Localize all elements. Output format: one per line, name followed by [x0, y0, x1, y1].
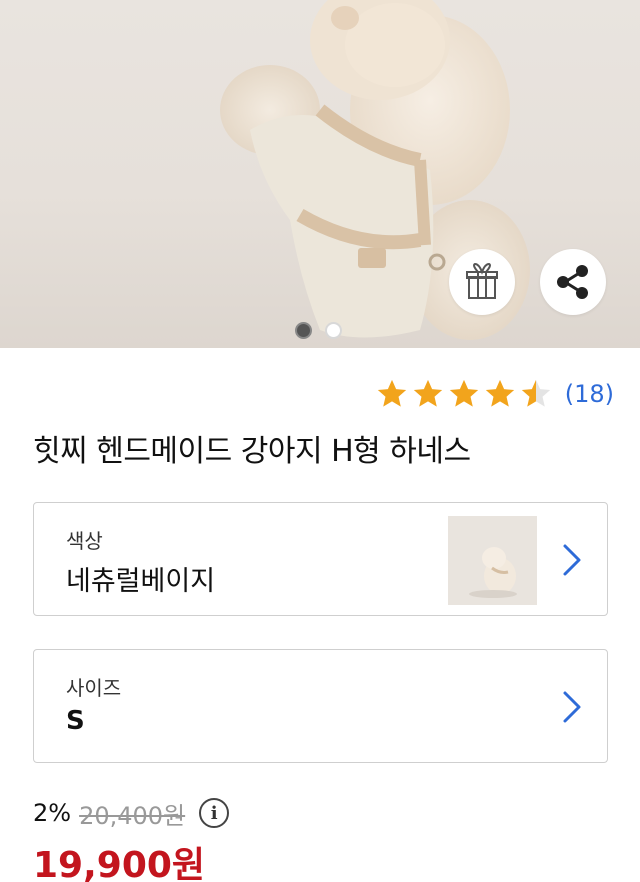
carousel-dot-2[interactable] [325, 322, 342, 339]
star-half-icon [521, 379, 550, 407]
size-option-selector[interactable]: 사이즈 S [33, 649, 608, 763]
gift-button[interactable] [449, 249, 515, 315]
star-full-icon [413, 379, 442, 407]
final-price: 19,900원 [33, 845, 206, 882]
original-price: 20,400원 [79, 801, 186, 830]
chevron-right-icon [563, 544, 581, 576]
star-full-icon [449, 379, 478, 407]
discount-rate: 2% [33, 799, 72, 827]
color-option-thumbnail [448, 516, 537, 605]
share-button[interactable] [540, 249, 606, 315]
size-option-label: 사이즈 [66, 676, 122, 700]
gift-icon [466, 262, 498, 299]
color-option-selector[interactable]: 색상 네츄럴베이지 [33, 502, 608, 616]
share-icon [557, 265, 588, 299]
carousel-dot-1[interactable] [295, 322, 312, 339]
product-page: (18) 힛찌 헨드메이드 강아지 H형 하네스 색상 네츄럴베이지 사이즈 S [0, 0, 640, 882]
size-option-value: S [66, 706, 85, 736]
review-count-link[interactable]: (18) [565, 380, 614, 408]
color-option-value: 네츄럴베이지 [66, 566, 216, 597]
product-title: 힛찌 헨드메이드 강아지 H형 하네스 [33, 434, 471, 469]
star-full-icon [377, 379, 406, 407]
rating-summary[interactable]: (18) [375, 374, 614, 414]
price-discount-row: 2% 20,400원 i [33, 796, 230, 830]
product-image-carousel[interactable] [0, 0, 640, 348]
star-full-icon [485, 379, 514, 407]
info-icon[interactable]: i [199, 798, 230, 828]
chevron-right-icon [563, 691, 581, 723]
color-option-label: 색상 [66, 529, 103, 553]
carousel-indicators [295, 322, 342, 339]
